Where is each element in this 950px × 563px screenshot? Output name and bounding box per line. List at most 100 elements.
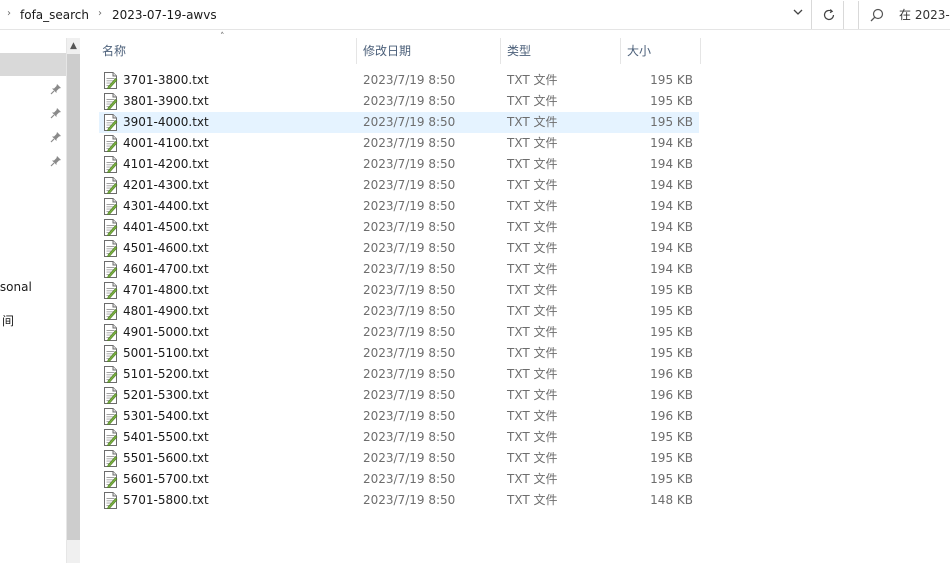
file-name: 4601-4700.txt [123, 262, 209, 276]
file-name: 4101-4200.txt [123, 157, 209, 171]
file-name: 5001-5100.txt [123, 346, 209, 360]
file-row[interactable]: 5101-5200.txt 2023/7/19 8:50 TXT 文件 196 KB [99, 364, 699, 385]
column-header-size[interactable]: 大小 [627, 40, 651, 62]
file-modified-date: 2023/7/19 8:50 [363, 94, 456, 108]
file-row[interactable]: 3701-3800.txt 2023/7/19 8:50 TXT 文件 195 KB [99, 70, 699, 91]
file-row[interactable]: 4201-4300.txt 2023/7/19 8:50 TXT 文件 194 KB [99, 175, 699, 196]
pin-icon[interactable] [50, 131, 62, 143]
chevron-down-icon[interactable] [788, 6, 808, 24]
search-box[interactable]: 在 2023-0 [858, 1, 950, 29]
file-size: 194 KB [650, 157, 693, 171]
file-row[interactable]: 5701-5800.txt 2023/7/19 8:50 TXT 文件 148 KB [99, 490, 699, 511]
file-name: 4201-4300.txt [123, 178, 209, 192]
file-name: 4001-4100.txt [123, 136, 209, 150]
search-icon [870, 8, 884, 22]
file-size: 195 KB [650, 94, 693, 108]
file-modified-date: 2023/7/19 8:50 [363, 451, 456, 465]
file-name: 5401-5500.txt [123, 430, 209, 444]
file-name: 4901-5000.txt [123, 325, 209, 339]
nav-item-personal[interactable]: rsonal [0, 280, 32, 294]
file-size: 195 KB [650, 304, 693, 318]
file-row[interactable]: 3801-3900.txt 2023/7/19 8:50 TXT 文件 195 KB [99, 91, 699, 112]
txt-file-icon [103, 114, 118, 131]
file-row[interactable]: 4801-4900.txt 2023/7/19 8:50 TXT 文件 195 KB [99, 301, 699, 322]
breadcrumb-item-fofa-search[interactable]: fofa_search [20, 6, 89, 24]
file-size: 195 KB [650, 325, 693, 339]
file-row[interactable]: 5301-5400.txt 2023/7/19 8:50 TXT 文件 196 KB [99, 406, 699, 427]
file-name: 4401-4500.txt [123, 220, 209, 234]
file-name: 3901-4000.txt [123, 115, 209, 129]
file-size: 194 KB [650, 262, 693, 276]
file-row[interactable]: 4901-5000.txt 2023/7/19 8:50 TXT 文件 195 KB [99, 322, 699, 343]
file-modified-date: 2023/7/19 8:50 [363, 367, 456, 381]
txt-file-icon [103, 366, 118, 383]
breadcrumb-item-current-folder[interactable]: 2023-07-19-awvs [112, 6, 217, 24]
file-row[interactable]: 5201-5300.txt 2023/7/19 8:50 TXT 文件 196 KB [99, 385, 699, 406]
refresh-button[interactable] [814, 1, 844, 29]
txt-file-icon [103, 387, 118, 404]
file-row[interactable]: 4601-4700.txt 2023/7/19 8:50 TXT 文件 194 KB [99, 259, 699, 280]
column-divider[interactable] [356, 38, 357, 64]
scroll-up-icon[interactable]: ▲ [67, 38, 80, 54]
address-toolbar: › fofa_search › 2023-07-19-awvs 在 2023-0 [0, 0, 950, 30]
file-row[interactable]: 4101-4200.txt 2023/7/19 8:50 TXT 文件 194 KB [99, 154, 699, 175]
breadcrumb-chevron-icon[interactable]: › [95, 8, 105, 20]
file-row[interactable]: 5601-5700.txt 2023/7/19 8:50 TXT 文件 195 KB [99, 469, 699, 490]
file-name: 5301-5400.txt [123, 409, 209, 423]
pin-icon[interactable] [50, 107, 62, 119]
pin-icon[interactable] [50, 155, 62, 167]
file-type: TXT 文件 [507, 157, 558, 171]
scrollbar-thumb[interactable] [67, 54, 80, 540]
file-type: TXT 文件 [507, 388, 558, 402]
address-bar[interactable]: › fofa_search › 2023-07-19-awvs [0, 0, 812, 29]
file-modified-date: 2023/7/19 8:50 [363, 304, 456, 318]
file-modified-date: 2023/7/19 8:50 [363, 493, 456, 507]
file-modified-date: 2023/7/19 8:50 [363, 199, 456, 213]
txt-file-icon [103, 135, 118, 152]
file-type: TXT 文件 [507, 220, 558, 234]
file-row[interactable]: 4001-4100.txt 2023/7/19 8:50 TXT 文件 194 KB [99, 133, 699, 154]
nav-item-selected[interactable] [0, 53, 66, 76]
file-modified-date: 2023/7/19 8:50 [363, 409, 456, 423]
column-divider[interactable] [700, 38, 701, 64]
txt-file-icon [103, 408, 118, 425]
file-row[interactable]: 4301-4400.txt 2023/7/19 8:50 TXT 文件 194 KB [99, 196, 699, 217]
column-divider[interactable] [620, 38, 621, 64]
file-row[interactable]: 4701-4800.txt 2023/7/19 8:50 TXT 文件 195 KB [99, 280, 699, 301]
nav-scrollbar[interactable]: ▲ [66, 38, 80, 563]
file-row[interactable]: 3901-4000.txt 2023/7/19 8:50 TXT 文件 195 KB [99, 112, 699, 133]
file-name: 4301-4400.txt [123, 199, 209, 213]
file-name: 4501-4600.txt [123, 241, 209, 255]
file-type: TXT 文件 [507, 493, 558, 507]
txt-file-icon [103, 471, 118, 488]
file-size: 195 KB [650, 472, 693, 486]
column-header-modified[interactable]: 修改日期 [363, 40, 411, 62]
column-header-name[interactable]: 名称 [102, 40, 126, 62]
file-size: 194 KB [650, 136, 693, 150]
file-type: TXT 文件 [507, 367, 558, 381]
pin-icon[interactable] [50, 83, 62, 95]
file-modified-date: 2023/7/19 8:50 [363, 115, 456, 129]
file-type: TXT 文件 [507, 136, 558, 150]
nav-item-partial[interactable]: 间 [2, 312, 14, 329]
txt-file-icon [103, 93, 118, 110]
breadcrumb-chevron-icon[interactable]: › [4, 8, 14, 20]
txt-file-icon [103, 303, 118, 320]
file-row[interactable]: 5501-5600.txt 2023/7/19 8:50 TXT 文件 195 KB [99, 448, 699, 469]
column-header-type[interactable]: 类型 [507, 40, 531, 62]
file-row[interactable]: 5401-5500.txt 2023/7/19 8:50 TXT 文件 195 KB [99, 427, 699, 448]
file-row[interactable]: 4401-4500.txt 2023/7/19 8:50 TXT 文件 194 KB [99, 217, 699, 238]
navigation-pane: rsonal 间 [0, 30, 66, 563]
file-name: 4801-4900.txt [123, 304, 209, 318]
file-name: 5601-5700.txt [123, 472, 209, 486]
file-modified-date: 2023/7/19 8:50 [363, 388, 456, 402]
txt-file-icon [103, 240, 118, 257]
file-size: 195 KB [650, 283, 693, 297]
column-divider[interactable] [500, 38, 501, 64]
file-row[interactable]: 4501-4600.txt 2023/7/19 8:50 TXT 文件 194 KB [99, 238, 699, 259]
file-size: 195 KB [650, 346, 693, 360]
file-size: 196 KB [650, 388, 693, 402]
file-modified-date: 2023/7/19 8:50 [363, 472, 456, 486]
file-name: 3801-3900.txt [123, 94, 209, 108]
file-row[interactable]: 5001-5100.txt 2023/7/19 8:50 TXT 文件 195 KB [99, 343, 699, 364]
